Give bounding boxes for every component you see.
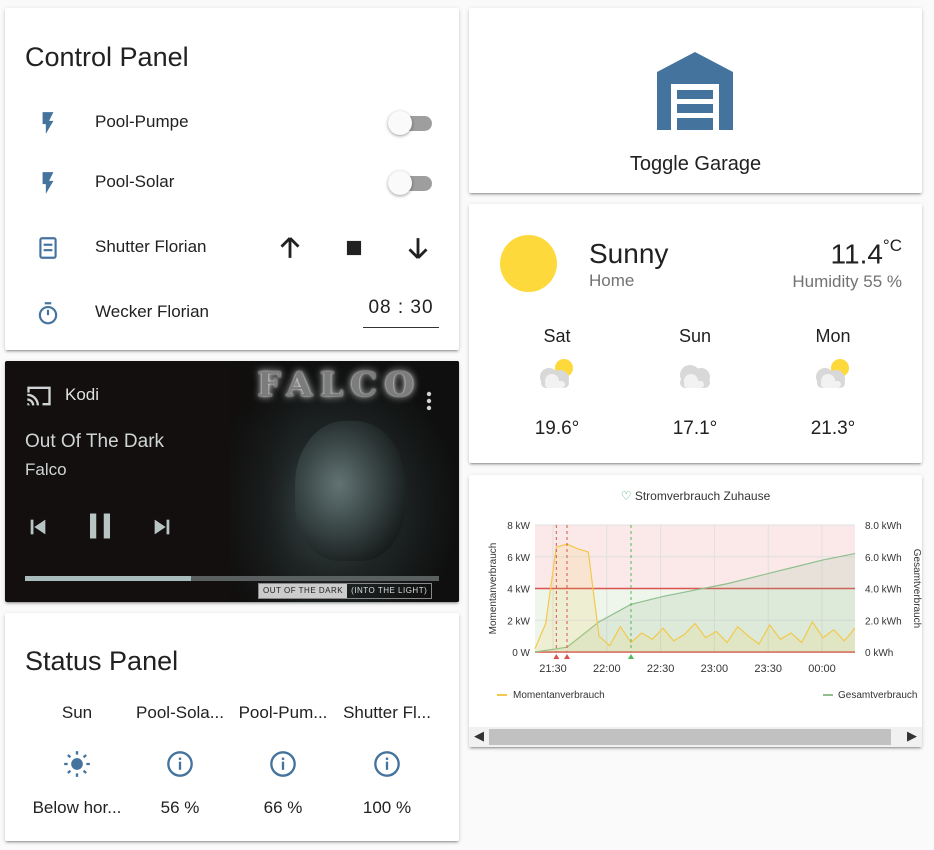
row-pool-solar: Pool-Solar (5, 162, 459, 202)
x-tick-label: 00:00 (808, 663, 836, 675)
control-panel-card: Control Panel Pool-Pumpe Pool-Solar Shut… (5, 8, 459, 350)
row-wecker-florian: Wecker Florian 08 : 30 (5, 292, 459, 332)
y-tick-label: 2 kW (507, 616, 530, 627)
flash-icon (42, 112, 54, 134)
album-label: OUT OF THE DARK (INTO THE LIGHT) (258, 583, 433, 599)
forecast-day: Sat 19.6° (534, 326, 580, 439)
entity-label: Wecker Florian (95, 302, 209, 321)
event-marker-triangle (564, 654, 570, 659)
media-progress-bar[interactable] (25, 576, 439, 581)
y2-tick-label: 6.0 kWh (865, 553, 902, 564)
x-tick-label: 23:30 (754, 663, 782, 675)
scroll-right-icon[interactable]: ▶ (902, 728, 922, 744)
y-tick-label: 0 W (512, 648, 530, 659)
media-artist: Falco (25, 460, 67, 479)
x-tick-label: 22:30 (647, 663, 675, 675)
event-marker-triangle (628, 654, 634, 659)
event-marker-triangle (553, 654, 560, 659)
entity-label: Pool-Solar (95, 172, 175, 191)
weather-condition: Sunny (589, 238, 669, 269)
arrow-up-icon[interactable] (273, 231, 307, 265)
entity-label: Pool-Pumpe (95, 112, 189, 131)
skip-previous-icon[interactable] (27, 516, 49, 538)
x-tick-label: 22:00 (593, 663, 621, 675)
flash-icon (42, 172, 54, 194)
y2-tick-label: 4.0 kWh (865, 585, 902, 596)
x-tick-label: 21:30 (539, 663, 567, 675)
y-tick-label: 6 kW (507, 553, 530, 564)
garage-toggle-card[interactable]: Toggle Garage (469, 8, 922, 193)
weather-humidity: Humidity 55 % (792, 272, 902, 291)
weather-card: Sunny Home 11.4°C Humidity 55 % Sat 19.6… (469, 204, 922, 463)
legend-label: Momentanverbrauch (513, 690, 605, 701)
garage-label: Toggle Garage (629, 153, 762, 175)
more-vert-icon[interactable] (420, 391, 438, 413)
media-source: Kodi (65, 385, 100, 404)
badge-name: Shutter Fl... (343, 703, 431, 722)
sun-icon (64, 751, 90, 777)
media-title: Out Of The Dark (25, 431, 165, 452)
energy-chart-card: ♡ Stromverbrauch Zuhause 0 W2 kW 4 kW 6 kW… (469, 475, 922, 747)
horizontal-scrollbar[interactable]: ◀ ▶ (469, 727, 922, 747)
pause-icon[interactable] (85, 510, 115, 542)
weather-location: Home (589, 271, 635, 290)
weather-temperature: 11.4°C (830, 236, 903, 270)
info-icon (374, 751, 400, 777)
info-icon (270, 751, 296, 777)
time-input[interactable]: 08 : 30 (363, 292, 439, 328)
timer-icon (38, 302, 58, 325)
energy-chart: 0 W 2 kW 4 kW 6 kW 8 kW 0 kWh 2.0 kWh 4.0 kWh 6.… (488, 521, 922, 701)
forecast-day: Mon 21.3° (810, 326, 856, 439)
scroll-left-icon[interactable]: ◀ (469, 728, 489, 744)
y-tick-label: 4 kW (507, 585, 530, 596)
badge-name: Pool-Sola... (136, 703, 224, 722)
cast-icon (27, 386, 51, 406)
y-tick-label: 8 kW (507, 521, 530, 532)
media-player-card: FALCO OUT OF THE DARK (INTO THE LIGHT) K… (5, 361, 459, 602)
info-icon (167, 751, 193, 777)
row-shutter-florian: Shutter Florian (5, 227, 459, 267)
y-axis-label: Momentanverbrauch (488, 543, 499, 635)
album-art-text: FALCO (257, 365, 422, 405)
status-panel-card: Status Panel Sun Below hor... Pool-Sola.… (5, 613, 459, 841)
badge-value: 56 % (160, 798, 200, 817)
status-panel-title: Status Panel (25, 646, 179, 676)
entity-label: Shutter Florian (95, 237, 207, 256)
control-panel-title: Control Panel (25, 42, 189, 72)
partly-cloudy-icon (816, 359, 849, 388)
sunny-icon (500, 235, 557, 292)
badge-value: Below hor... (32, 798, 122, 817)
badge-value: 100 % (362, 798, 412, 817)
stop-icon[interactable] (337, 231, 371, 265)
row-pool-pumpe: Pool-Pumpe (5, 102, 459, 142)
y2-tick-label: 2.0 kWh (865, 616, 902, 627)
y2-axis-label: Gesamtverbrauch (911, 549, 922, 628)
x-tick-label: 23:00 (701, 663, 729, 675)
y2-tick-label: 0 kWh (865, 648, 893, 659)
album-art-face (295, 421, 405, 561)
y2-tick-label: 8.0 kWh (865, 521, 902, 532)
badge-value: 66 % (263, 798, 303, 817)
window-shutter-icon (39, 237, 57, 259)
forecast-day: Sun 17.1° (672, 326, 718, 439)
skip-next-icon[interactable] (151, 516, 173, 538)
cloudy-icon (680, 365, 710, 388)
partly-cloudy-icon (540, 359, 573, 388)
badge-name: Pool-Pum... (238, 703, 328, 722)
arrow-down-icon[interactable] (401, 231, 435, 265)
badge-name: Sun (61, 703, 93, 722)
scrollbar-thumb[interactable] (489, 729, 891, 745)
garage-icon (657, 52, 733, 130)
toggle-pool-pumpe[interactable] (388, 111, 432, 135)
toggle-pool-solar[interactable] (388, 171, 432, 195)
legend-label: Gesamtverbrauch (838, 690, 917, 701)
